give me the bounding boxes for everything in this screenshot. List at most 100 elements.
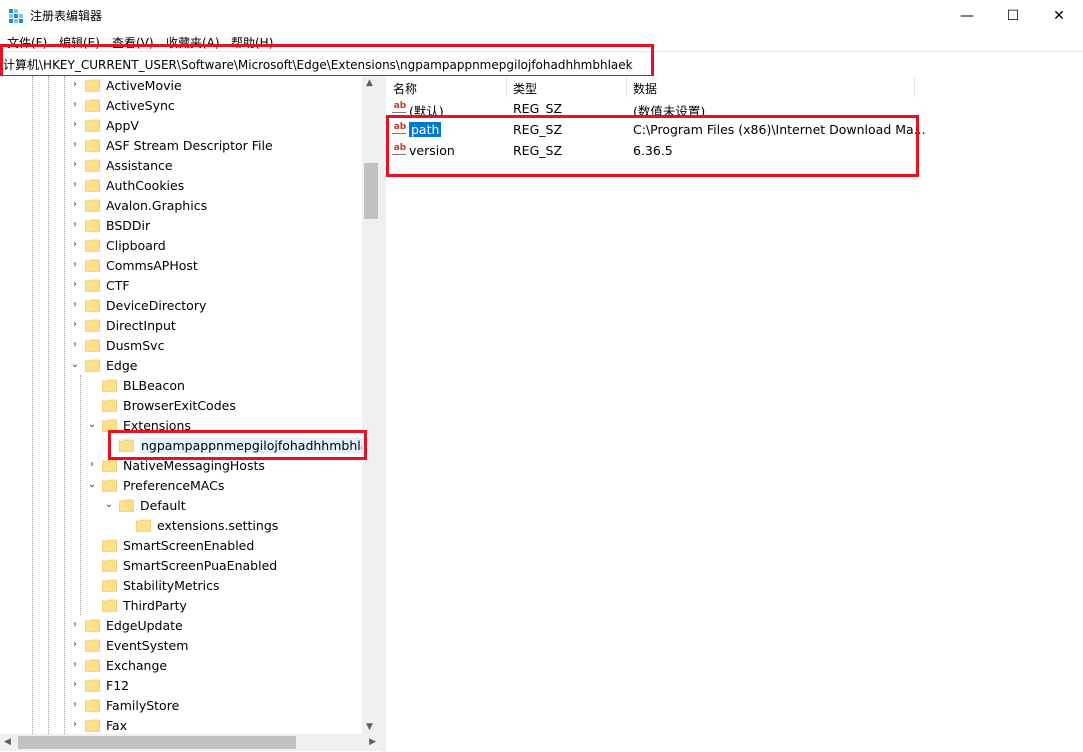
menu-file[interactable]: 文件(F): [7, 34, 47, 51]
close-icon: ✕: [1053, 7, 1065, 24]
chevron-right-icon[interactable]: ›: [70, 119, 80, 131]
chevron-right-icon[interactable]: ›: [70, 699, 80, 711]
tree-vertical-scroll-thumb[interactable]: [364, 163, 378, 219]
tree-node-label: AuthCookies: [106, 178, 185, 193]
column-header-type[interactable]: 类型: [513, 80, 537, 101]
tree-node[interactable]: › Assistance: [0, 156, 362, 176]
chevron-right-icon[interactable]: ›: [70, 99, 80, 111]
menu-favorites[interactable]: 收藏夹(A): [166, 34, 220, 51]
tree-horizontal-scroll-thumb[interactable]: [18, 736, 296, 749]
chevron-right-icon[interactable]: ›: [70, 159, 80, 171]
folder-icon: [85, 339, 100, 352]
chevron-right-icon[interactable]: ›: [70, 279, 80, 291]
folder-icon: [85, 259, 100, 272]
tree-node[interactable]: › AuthCookies: [0, 176, 362, 196]
column-separator[interactable]: [506, 76, 507, 97]
tree-node-label: Extensions: [123, 418, 191, 433]
chevron-right-icon[interactable]: ›: [70, 659, 80, 671]
tree-node-label: BrowserExitCodes: [123, 398, 236, 413]
tree-node[interactable]: › F12: [0, 676, 362, 696]
address-bar[interactable]: 计算机\HKEY_CURRENT_USER\Software\Microsoft…: [0, 51, 1083, 77]
chevron-right-icon[interactable]: ›: [70, 719, 80, 731]
minimize-icon: —: [960, 7, 974, 24]
tree-node[interactable]: ⌄ Extensions: [0, 416, 362, 436]
chevron-right-icon[interactable]: ›: [70, 319, 80, 331]
tree-node-label: BLBeacon: [123, 378, 185, 393]
folder-icon: [102, 479, 117, 492]
column-separator[interactable]: [914, 76, 915, 97]
tree-node[interactable]: › CTF: [0, 276, 362, 296]
chevron-right-icon[interactable]: ›: [70, 139, 80, 151]
chevron-right-icon[interactable]: ›: [70, 219, 80, 231]
menu-edit[interactable]: 编辑(E): [59, 34, 100, 51]
chevron-right-icon[interactable]: ›: [70, 179, 80, 191]
tree-node[interactable]: › DusmSvc: [0, 336, 362, 356]
tree-node[interactable]: › AppV: [0, 116, 362, 136]
value-name: version: [409, 143, 455, 158]
tree-node-label: ThirdParty: [123, 598, 187, 613]
chevron-right-icon[interactable]: ›: [70, 79, 80, 91]
tree-node[interactable]: › FamilyStore: [0, 696, 362, 716]
chevron-right-icon[interactable]: ›: [70, 239, 80, 251]
menu-view[interactable]: 查看(V): [112, 34, 154, 51]
scroll-down-icon[interactable]: ▼: [366, 722, 373, 732]
tree-node[interactable]: extensions.settings: [0, 516, 362, 536]
tree-node[interactable]: BrowserExitCodes: [0, 396, 362, 416]
tree-node[interactable]: ThirdParty: [0, 596, 362, 616]
tree-node[interactable]: › NativeMessagingHosts: [0, 456, 362, 476]
tree-node[interactable]: SmartScreenEnabled: [0, 536, 362, 556]
chevron-right-icon[interactable]: ›: [87, 459, 97, 471]
chevron-right-icon[interactable]: ›: [70, 299, 80, 311]
tree-node[interactable]: ngpampappnmepgilojfohadhhmbhlaek: [0, 436, 380, 456]
tree-node-label: ngpampappnmepgilojfohadhhmbhlaek: [140, 438, 380, 453]
chevron-right-icon[interactable]: ›: [70, 679, 80, 691]
scroll-left-icon[interactable]: ◀: [4, 737, 11, 747]
tree-node[interactable]: › CommsAPHost: [0, 256, 362, 276]
tree-node[interactable]: › ASF Stream Descriptor File: [0, 136, 362, 156]
tree-node[interactable]: › EdgeUpdate: [0, 616, 362, 636]
values-list: [386, 76, 1083, 752]
folder-icon: [85, 219, 100, 232]
tree-node-label: EdgeUpdate: [106, 618, 183, 633]
tree-node[interactable]: › ActiveMovie: [0, 76, 362, 96]
folder-icon: [102, 559, 117, 572]
tree-node[interactable]: › Exchange: [0, 656, 362, 676]
string-value-icon: ab: [392, 101, 407, 113]
tree-node[interactable]: SmartScreenPuaEnabled: [0, 556, 362, 576]
chevron-right-icon[interactable]: ›: [70, 259, 80, 271]
chevron-down-icon[interactable]: ⌄: [87, 419, 97, 431]
tree-node[interactable]: StabilityMetrics: [0, 576, 362, 596]
minimize-button[interactable]: —: [944, 0, 990, 31]
tree-node[interactable]: › DeviceDirectory: [0, 296, 362, 316]
tree-node[interactable]: › BSDDir: [0, 216, 362, 236]
column-separator[interactable]: [626, 76, 627, 97]
tree-node[interactable]: › ActiveSync: [0, 96, 362, 116]
chevron-right-icon[interactable]: ›: [70, 619, 80, 631]
column-header-data[interactable]: 数据: [633, 80, 657, 101]
tree-node[interactable]: ⌄ PreferenceMACs: [0, 476, 362, 496]
tree-node[interactable]: ⌄ Default: [0, 496, 362, 516]
close-button[interactable]: ✕: [1036, 0, 1082, 31]
chevron-down-icon[interactable]: ⌄: [87, 479, 97, 491]
tree-node[interactable]: › EventSystem: [0, 636, 362, 656]
key-tree[interactable]: › ActiveMovie › ActiveSync › AppV › ASF Stream …: [0, 76, 380, 734]
tree-node[interactable]: › Avalon.Graphics: [0, 196, 362, 216]
maximize-button[interactable]: ☐: [990, 0, 1036, 31]
address-path[interactable]: 计算机\HKEY_CURRENT_USER\Software\Microsoft…: [3, 56, 633, 73]
column-header-name[interactable]: 名称: [393, 80, 417, 101]
chevron-down-icon[interactable]: ⌄: [70, 359, 80, 371]
tree-node[interactable]: › Fax: [0, 716, 362, 734]
chevron-right-icon[interactable]: ›: [70, 339, 80, 351]
tree-node[interactable]: ⌄ Edge: [0, 356, 362, 376]
scroll-up-icon[interactable]: ▲: [366, 78, 373, 88]
menu-help[interactable]: 帮助(H): [231, 34, 273, 51]
scroll-right-icon[interactable]: ▶: [369, 737, 376, 747]
tree-node[interactable]: › DirectInput: [0, 316, 362, 336]
chevron-right-icon[interactable]: ›: [70, 639, 80, 651]
chevron-down-icon[interactable]: ⌄: [104, 499, 114, 511]
tree-node[interactable]: › Clipboard: [0, 236, 362, 256]
folder-icon: [85, 659, 100, 672]
folder-icon: [102, 419, 117, 432]
chevron-right-icon[interactable]: ›: [70, 199, 80, 211]
tree-node[interactable]: BLBeacon: [0, 376, 362, 396]
